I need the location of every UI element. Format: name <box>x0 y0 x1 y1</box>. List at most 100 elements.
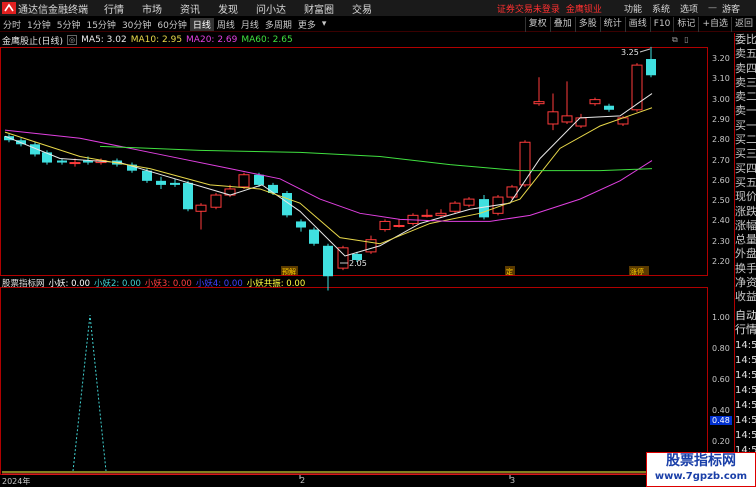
candle-body-down <box>646 59 656 76</box>
candle-body-down <box>479 199 489 218</box>
price-tick-label: 2.50 <box>712 196 730 206</box>
candle-body-down <box>323 245 333 277</box>
quote-field-17: 净资 <box>735 276 756 290</box>
trade-time: 14:56 <box>735 414 756 426</box>
trade-time: 14:56 <box>735 384 756 396</box>
indicator-item-3: 小妖3: 0.00 <box>144 279 192 289</box>
trade-time: 14:56 <box>735 354 756 366</box>
panel-tab-1[interactable]: 行情 <box>735 323 756 337</box>
candle-body-up <box>533 101 545 105</box>
candle-body-down <box>170 182 180 185</box>
quote-field-7: 买二 <box>735 133 756 147</box>
quote-field-3: 卖三 <box>735 75 756 89</box>
candle-body-up <box>210 194 222 208</box>
indicator-tick-label: 0.60 <box>712 375 730 384</box>
quote-panel: 委比 卖五 卖四 卖三 卖二 卖一 买一 买二 买三 买四 买五 现价 涨跌 涨幅 总量 外盘 换手 净资 收益 自… <box>734 33 756 475</box>
price-tick-label: 2.70 <box>712 155 730 165</box>
ma10-line <box>4 107 653 245</box>
date-label-mar: 3 <box>510 476 516 485</box>
candle-body-down <box>142 170 152 181</box>
kline-chart[interactable]: 3.25 2.05 预解 定 涨停 <box>0 0 756 487</box>
candle-body-up <box>631 64 643 111</box>
price-tick-label: 2.80 <box>712 135 730 145</box>
quote-field-18: 收益 <box>735 290 756 304</box>
marker-label-3: 涨停 <box>630 267 644 276</box>
watermark-url: www.7gpzb.com <box>654 471 748 482</box>
quote-field-13: 涨幅 <box>735 218 756 232</box>
candle-body-up <box>547 111 559 125</box>
quote-field-0: 委比 <box>735 33 756 46</box>
quote-field-15: 外盘 <box>735 247 756 261</box>
trade-time: 14:56 <box>735 339 756 351</box>
date-axis: 2024年 2 3 <box>0 475 708 487</box>
quote-field-5: 卖一 <box>735 104 756 118</box>
candle-body-up <box>575 117 587 127</box>
indicator-item-4: 小妖4: 0.00 <box>195 279 243 289</box>
quote-field-6: 买一 <box>735 118 756 132</box>
candle-body-up <box>195 204 207 212</box>
indicator-name[interactable]: 股票指标网 <box>2 277 45 289</box>
indicator-tick-label: 0.80 <box>712 344 730 353</box>
candle-body-up <box>69 162 81 165</box>
price-tick-label: 2.30 <box>712 236 730 246</box>
date-label-feb: 2 <box>300 476 306 485</box>
quote-field-4: 卖二 <box>735 90 756 104</box>
price-tick-label: 2.90 <box>712 114 730 124</box>
watermark-title: 股票指标网 <box>666 453 736 469</box>
candle-body-up <box>435 212 447 216</box>
quote-field-9: 买四 <box>735 161 756 175</box>
price-tick-label: 3.00 <box>712 94 730 104</box>
indicator-tick-label: 1.00 <box>712 313 730 322</box>
indicator-item-5: 小妖共振: 0.00 <box>246 279 306 289</box>
quote-field-11: 现价 <box>735 190 756 204</box>
price-tick-label: 2.60 <box>712 175 730 185</box>
indicator-tick-label: 0.20 <box>712 437 730 446</box>
candle-body-down <box>183 182 193 210</box>
candle-body-down <box>254 174 264 185</box>
trade-time: 14:56 <box>735 369 756 381</box>
candle-body-up <box>393 224 405 227</box>
candle-body-up <box>561 115 573 123</box>
candle-body-up <box>421 214 433 217</box>
indicator-item-2: 小妖2: 0.00 <box>94 279 141 289</box>
indicator-legend: 股票指标网 小妖: 0.00 小妖2: 0.00 小妖3: 0.00 小妖4: … <box>2 277 309 289</box>
trade-time: 14:56 <box>735 429 756 441</box>
quote-field-2: 卖四 <box>735 61 756 75</box>
marker-label-1: 预解 <box>282 267 296 276</box>
candle-body-up <box>519 141 531 186</box>
ma60-line <box>99 145 653 172</box>
candle-body-down <box>296 221 306 228</box>
trade-time: 14:56 <box>735 399 756 411</box>
date-label-year: 2024年 <box>2 477 31 486</box>
panel-tab-0[interactable]: 自动 <box>735 309 756 323</box>
candle-body-up <box>238 174 250 188</box>
price-tick-label: 2.20 <box>712 257 730 266</box>
indicator-current-value: 0.48 <box>710 416 732 425</box>
price-tick-label: 3.20 <box>712 54 730 63</box>
marker-label-2: 定 <box>506 267 513 276</box>
candle-body-down <box>604 105 614 110</box>
candle-body-up <box>463 198 475 206</box>
indicator-tick-label: 0.40 <box>712 406 730 415</box>
candle-body-down <box>42 152 52 163</box>
high-price-pointer <box>639 48 651 53</box>
quote-field-12: 涨跌 <box>735 204 756 218</box>
indicator-item-1: 小妖: 0.00 <box>48 279 91 289</box>
watermark-logo: 股票指标网 www.7gpzb.com <box>646 452 756 487</box>
price-tick-label: 3.10 <box>712 74 730 84</box>
quote-field-1: 卖五 <box>735 47 756 61</box>
low-price-label: 2.05 <box>349 259 367 268</box>
candle-body-down <box>309 229 319 244</box>
quote-field-16: 换手 <box>735 261 756 275</box>
candle-body-up <box>449 202 461 212</box>
price-tick-label: 2.40 <box>712 216 730 226</box>
quote-field-8: 买三 <box>735 147 756 161</box>
candle-body-down <box>156 180 166 185</box>
indicator-spike-line <box>72 314 107 472</box>
high-price-label: 3.25 <box>621 48 639 57</box>
candle-body-up <box>589 99 601 105</box>
candle-body-down <box>57 160 67 163</box>
candle-body-down <box>268 184 278 194</box>
quote-field-10: 买五 <box>735 175 756 189</box>
candle-body-up <box>379 220 391 231</box>
